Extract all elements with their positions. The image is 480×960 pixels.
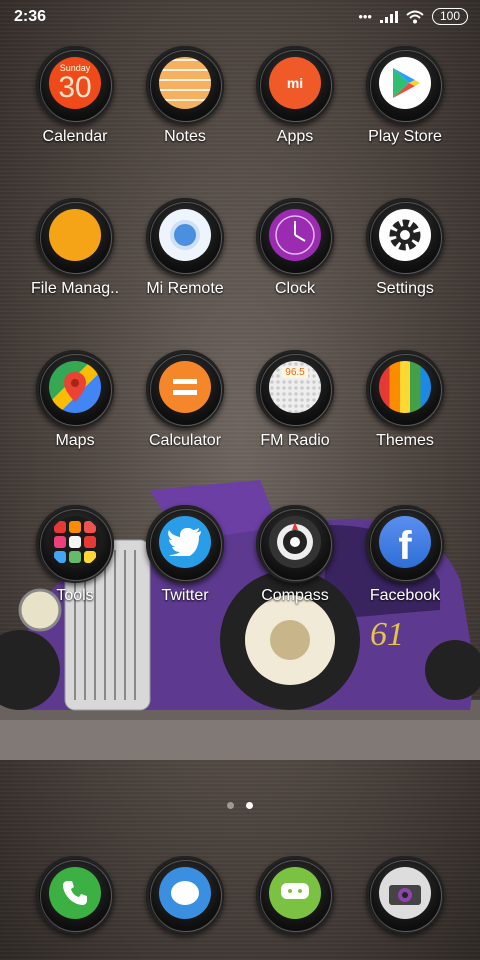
play-store-icon <box>379 57 431 109</box>
themes-icon <box>379 361 431 413</box>
app-play-store[interactable]: Play Store <box>350 46 460 146</box>
app-settings[interactable]: Settings <box>350 198 460 298</box>
mi-remote-icon <box>159 209 211 261</box>
app-compass[interactable]: Compass <box>240 505 350 605</box>
app-label: Calendar <box>42 128 108 145</box>
file-manager-icon <box>49 209 101 261</box>
more-dots-icon: ••• <box>358 9 372 24</box>
signal-icon <box>379 10 398 23</box>
page-dot[interactable] <box>227 802 234 809</box>
clock-icon <box>269 209 321 261</box>
page-dot-active[interactable] <box>246 802 253 809</box>
calendar-day-text: Sunday <box>59 63 91 73</box>
status-time: 2:36 <box>14 8 47 25</box>
dock-phone[interactable] <box>20 856 130 934</box>
app-label: Maps <box>55 432 95 449</box>
app-label: FM Radio <box>260 432 330 449</box>
app-apps[interactable]: mi Apps <box>240 46 350 146</box>
tools-folder-icon <box>49 516 101 568</box>
app-label: Clock <box>274 280 315 297</box>
dock-chat[interactable] <box>240 856 350 934</box>
app-label: Notes <box>164 128 206 145</box>
page-indicator[interactable] <box>0 802 480 809</box>
app-facebook[interactable]: f Facebook <box>350 505 460 605</box>
gear-icon <box>379 209 431 261</box>
app-calendar[interactable]: Sunday 30 Calendar <box>20 46 130 146</box>
app-label: Compass <box>261 587 329 604</box>
app-label: Mi Remote <box>146 280 224 297</box>
dock-camera[interactable] <box>350 856 460 934</box>
message-bubble-icon <box>159 867 211 919</box>
app-twitter[interactable]: Twitter <box>130 505 240 605</box>
calendar-date-text: 30 <box>58 71 92 104</box>
app-label: Apps <box>276 128 314 145</box>
app-calculator[interactable]: Calculator <box>130 350 240 450</box>
radio-icon: 96.5 <box>269 361 321 413</box>
facebook-icon: f <box>379 516 431 568</box>
app-label: Twitter <box>161 587 209 604</box>
app-maps[interactable]: Maps <box>20 350 130 450</box>
camera-icon <box>379 867 431 919</box>
calendar-icon: Sunday 30 <box>49 57 101 109</box>
mi-apps-icon: mi <box>269 57 321 109</box>
dock-messages[interactable] <box>130 856 240 934</box>
radio-frequency-text: 96.5 <box>282 367 308 378</box>
app-label: File Manag.. <box>30 280 120 297</box>
status-bar: 2:36 ••• 100 <box>0 0 480 34</box>
phone-icon <box>49 867 101 919</box>
compass-icon <box>269 516 321 568</box>
app-label: Facebook <box>369 587 441 604</box>
app-tools[interactable]: Tools <box>20 505 130 605</box>
app-label: Settings <box>376 280 434 297</box>
app-fm-radio[interactable]: 96.5 FM Radio <box>240 350 350 450</box>
app-mi-remote[interactable]: Mi Remote <box>130 198 240 298</box>
twitter-bird-icon <box>159 516 211 568</box>
battery-indicator: 100 <box>431 8 468 25</box>
app-label: Themes <box>376 432 434 449</box>
calculator-icon <box>159 361 211 413</box>
status-icons: ••• 100 <box>358 8 468 25</box>
app-label: Calculator <box>148 432 222 449</box>
app-notes[interactable]: Notes <box>130 46 240 146</box>
app-label: Play Store <box>368 128 442 145</box>
car-badge-text: 61 <box>370 616 404 653</box>
app-file-manager[interactable]: File Manag.. <box>20 198 130 298</box>
maps-icon <box>49 361 101 413</box>
chat-bubble-icon <box>269 867 321 919</box>
app-themes[interactable]: Themes <box>350 350 460 450</box>
wifi-icon <box>406 10 424 23</box>
app-clock[interactable]: Clock <box>240 198 350 298</box>
notes-icon <box>159 57 211 109</box>
app-label: Tools <box>56 587 94 604</box>
